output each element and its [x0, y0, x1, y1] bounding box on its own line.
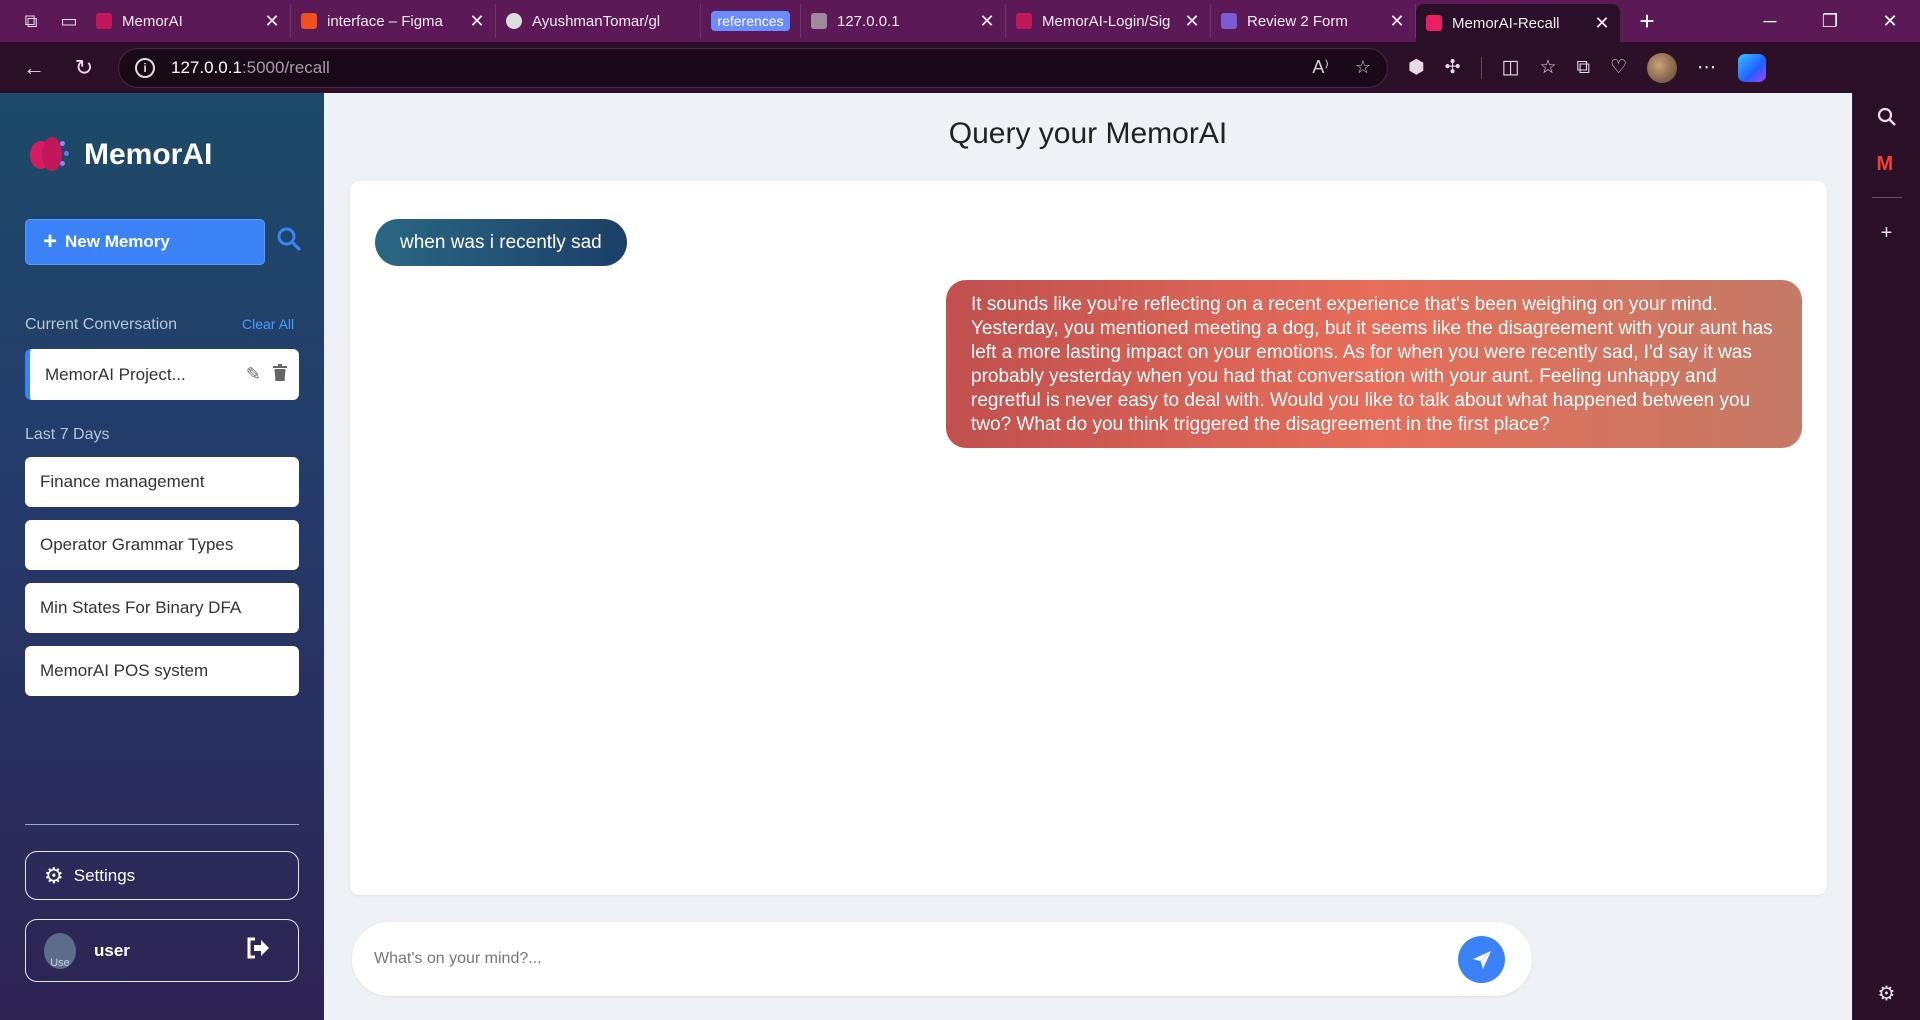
edit-icon[interactable]: ✎	[246, 364, 261, 386]
browser-toolbar: ⬢ ✣ ◫ ☆ ⧉ ♡ ⋯	[1408, 52, 1716, 83]
plus-icon: +	[43, 228, 58, 255]
conversation-item[interactable]: Min States For Binary DFA	[25, 583, 299, 633]
tab-group-references[interactable]: references	[701, 4, 801, 38]
site-info-icon[interactable]: i	[135, 57, 155, 78]
browser-tab[interactable]: AyushmanTomar/gl	[496, 4, 701, 38]
brain-logo-icon	[28, 133, 70, 177]
send-icon	[1472, 950, 1491, 969]
sidebar-divider	[25, 824, 299, 825]
message-composer	[352, 922, 1532, 996]
split-screen-icon[interactable]: ◫	[1502, 56, 1520, 79]
close-window-icon[interactable]: ✕	[1860, 0, 1920, 42]
page-title: Query your MemorAI	[948, 117, 1228, 150]
health-icon[interactable]: ♡	[1610, 56, 1627, 79]
send-button[interactable]	[1458, 936, 1505, 983]
memorai-favicon-icon	[1016, 13, 1032, 29]
memorai-favicon-icon	[96, 13, 112, 29]
brand[interactable]: MemorAI	[28, 133, 212, 177]
copilot-icon[interactable]	[1738, 53, 1767, 82]
user-profile[interactable]: Use user	[25, 919, 299, 982]
assistant-message: It sounds like you're reflecting on a re…	[946, 280, 1802, 448]
search-icon[interactable]	[1877, 107, 1897, 133]
back-icon[interactable]: ←	[14, 48, 54, 88]
new-tab-icon[interactable]: +	[1627, 4, 1667, 38]
close-tab-icon[interactable]: ✕	[1594, 13, 1610, 34]
memorai-favicon-icon	[1426, 15, 1442, 31]
message-input[interactable]	[374, 950, 1414, 968]
settings-icon[interactable]: ⚙	[1878, 981, 1896, 1006]
profile-avatar[interactable]	[1647, 52, 1678, 83]
gear-icon: ⚙	[44, 862, 64, 888]
url-input[interactable]: i 127.0.0.1:5000/recall A⁾ ☆	[118, 47, 1388, 88]
close-tab-icon[interactable]: ✕	[1389, 11, 1405, 32]
browser-essentials-icon[interactable]: ⬢	[1408, 56, 1425, 79]
brand-title: MemorAI	[84, 138, 213, 171]
trash-icon[interactable]	[273, 363, 287, 386]
read-aloud-icon[interactable]: A⁾	[1312, 57, 1328, 78]
user-message: when was i recently sad	[375, 219, 627, 266]
app-sidebar: MemorAI + New Memory Current Conversatio…	[0, 93, 324, 1020]
figma-favicon-icon	[301, 13, 317, 29]
forms-favicon-icon	[1221, 13, 1237, 29]
sidebar-divider	[1871, 197, 1902, 198]
username: user	[94, 940, 130, 960]
new-memory-button[interactable]: + New Memory	[25, 219, 265, 265]
logout-icon[interactable]	[246, 937, 270, 965]
conversation-item[interactable]: Operator Grammar Types	[25, 520, 299, 570]
last-7-days-label: Last 7 Days	[25, 426, 110, 443]
conversation-item[interactable]: Finance management	[25, 457, 299, 507]
favorite-star-icon[interactable]: ☆	[1355, 57, 1371, 78]
browser-tab[interactable]: 127.0.0.1 ✕	[801, 4, 1006, 38]
page-favicon-icon	[811, 13, 827, 29]
conversation-item-current[interactable]: MemorAI Project... ✎	[25, 349, 299, 400]
browser-tab[interactable]: MemorAI ✕	[86, 4, 291, 38]
browser-tab[interactable]: MemorAI-Login/Sig ✕	[1006, 4, 1211, 38]
restore-icon[interactable]: ❐	[1800, 0, 1860, 42]
extensions-icon[interactable]: ✣	[1445, 56, 1461, 79]
close-tab-icon[interactable]: ✕	[264, 11, 280, 32]
current-conversation-label: Current Conversation	[25, 316, 178, 333]
more-options-icon[interactable]: ⋯	[1697, 56, 1716, 79]
minimize-icon[interactable]: ─	[1740, 0, 1800, 42]
github-favicon-icon	[506, 13, 522, 29]
favorites-icon[interactable]: ☆	[1539, 56, 1556, 79]
close-tab-icon[interactable]: ✕	[469, 11, 485, 32]
search-icon[interactable]	[276, 226, 302, 252]
chat-panel: when was i recently sad It sounds like y…	[350, 181, 1827, 895]
browser-tab-active[interactable]: MemorAI-Recall ✕	[1416, 4, 1621, 42]
close-tab-icon[interactable]: ✕	[1184, 11, 1200, 32]
edge-sidebar: + ⚙	[1852, 93, 1920, 1020]
browser-address-bar: ← ↻ i 127.0.0.1:5000/recall A⁾ ☆ ⬢ ✣ ◫ ☆…	[0, 42, 1920, 93]
avatar: Use	[44, 932, 76, 969]
collections-icon[interactable]: ⧉	[1577, 57, 1591, 79]
refresh-icon[interactable]: ↻	[64, 48, 104, 88]
browser-tab[interactable]: Review 2 Form ✕	[1211, 4, 1416, 38]
browser-tab[interactable]: interface – Figma ✕	[291, 4, 496, 38]
workspaces-icon[interactable]: ⧉	[14, 4, 48, 38]
browser-tab-bar: ⧉ ▭ MemorAI ✕ interface – Figma ✕ Ayushm…	[0, 0, 1920, 42]
conversation-item[interactable]: MemorAI POS system	[25, 646, 299, 696]
add-icon[interactable]: +	[1881, 222, 1893, 245]
window-controls: ─ ❐ ✕	[1740, 0, 1920, 42]
clear-all-link[interactable]: Clear All	[242, 316, 294, 332]
tab-actions-icon[interactable]: ▭	[52, 4, 86, 38]
toolbar-divider	[1480, 56, 1482, 79]
settings-button[interactable]: ⚙ Settings	[25, 851, 299, 900]
close-tab-icon[interactable]: ✕	[979, 11, 995, 32]
gmail-icon[interactable]	[1876, 153, 1898, 176]
